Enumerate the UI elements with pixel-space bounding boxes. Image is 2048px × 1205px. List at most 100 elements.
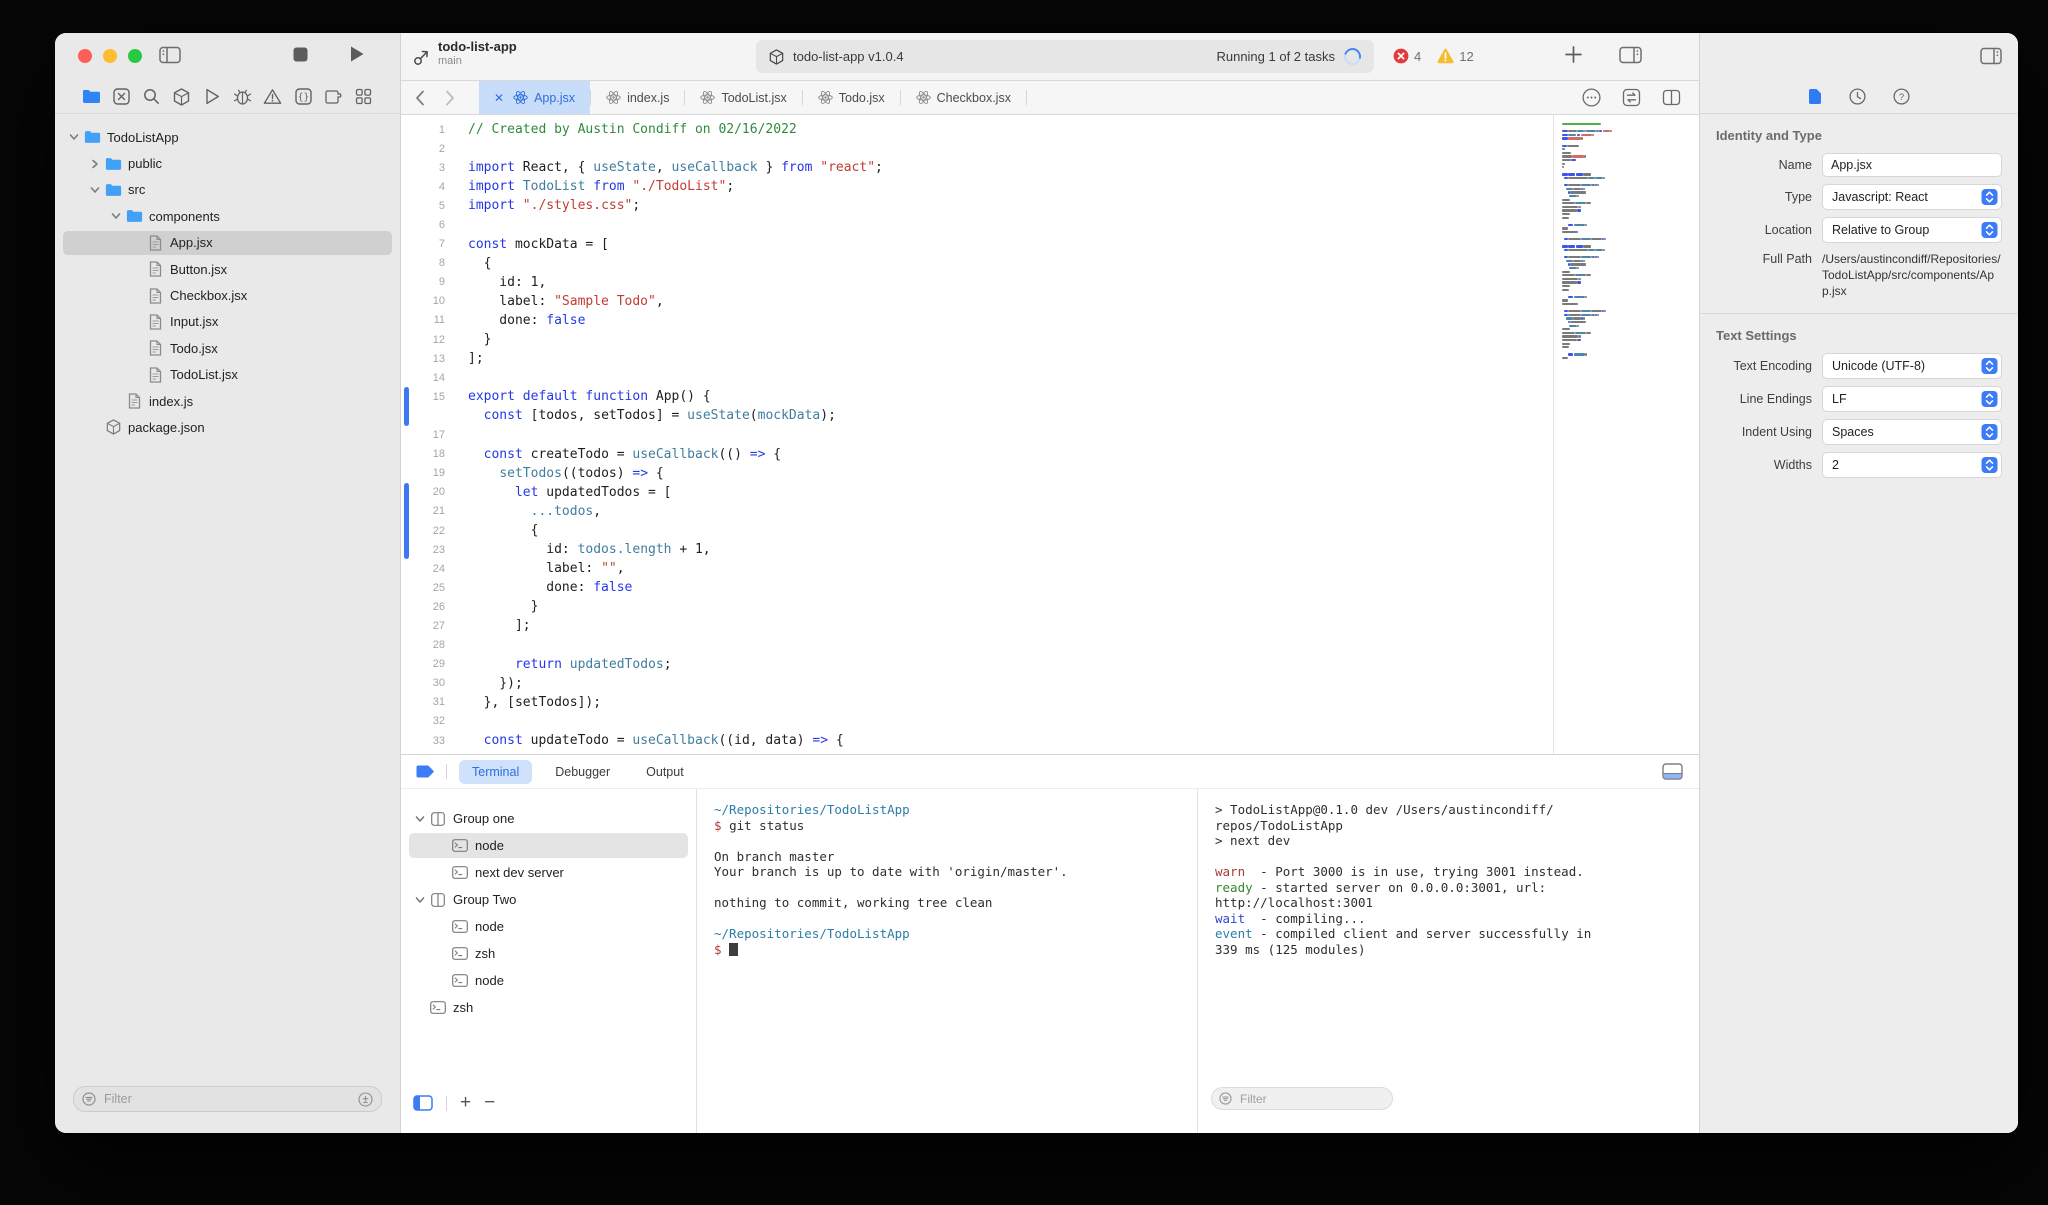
inspector-field-label: Type <box>1784 190 1812 204</box>
select-value: Unicode (UTF-8) <box>1832 359 1926 374</box>
toggle-terminal-sidebar-icon[interactable] <box>413 1095 433 1111</box>
package-navigator-icon[interactable] <box>171 87 193 107</box>
split-editor-icon[interactable] <box>1662 89 1681 106</box>
file-tree-item[interactable]: public <box>55 150 400 176</box>
inspector-select[interactable]: 2 <box>1822 452 2002 479</box>
minimap[interactable] <box>1553 115 1699 754</box>
terminal-tree-item[interactable]: node <box>401 832 696 859</box>
issue-counters[interactable]: 4 12 <box>1393 48 1474 64</box>
inspector-row: Type Javascript: React <box>1716 184 2002 210</box>
terminal-filter-field[interactable] <box>1211 1087 1393 1110</box>
inspector-select[interactable]: Unicode (UTF-8) <box>1822 353 2002 380</box>
close-window-button[interactable] <box>78 49 92 63</box>
navigator-filter-field[interactable] <box>73 1086 382 1112</box>
warning-counter[interactable]: 12 <box>1437 48 1474 64</box>
code-area[interactable]: 1 // Created by Austin Condiff on 02/16/2… <box>401 115 1553 754</box>
terminal-tree-item[interactable]: Group one <box>401 805 696 832</box>
disclosure-chevron-icon[interactable] <box>67 132 81 142</box>
bug-navigator-icon[interactable] <box>232 87 254 107</box>
remove-terminal-button[interactable]: − <box>484 1093 495 1112</box>
terminal-tree-item[interactable]: zsh <box>401 940 696 967</box>
extension-navigator-icon[interactable] <box>323 87 345 107</box>
editor-tab-app-jsx[interactable]: ✕ App.jsx <box>479 81 591 114</box>
add-filter-icon[interactable] <box>358 1091 373 1107</box>
disclosure-chevron-icon[interactable] <box>88 159 102 169</box>
close-tab-icon[interactable]: ✕ <box>494 91 504 105</box>
inspector-select[interactable]: Spaces <box>1822 419 2002 446</box>
disclosure-chevron-icon[interactable] <box>88 185 102 195</box>
terminal-line: nothing to commit, working tree clean <box>714 895 993 910</box>
terminal-pane-1[interactable]: ~/Repositories/TodoListApp $ git status O… <box>697 789 1198 1133</box>
navigator-filter-input[interactable] <box>102 1091 358 1107</box>
xmark-navigator-icon[interactable] <box>110 87 132 107</box>
run-navigator-icon[interactable] <box>201 87 223 107</box>
file-tree-item[interactable]: src <box>55 177 400 203</box>
terminal-tree-item[interactable]: node <box>401 967 696 994</box>
line-number: 14 <box>432 371 445 384</box>
grid-navigator-icon[interactable] <box>353 87 375 107</box>
terminal-filter-input[interactable] <box>1238 1090 1385 1107</box>
terminal-tree-item[interactable]: Group Two <box>401 886 696 913</box>
hide-bottom-panel-icon[interactable] <box>1662 763 1683 780</box>
editor-tab-todo-jsx[interactable]: Todo.jsx <box>803 81 900 114</box>
terminal-tree-item[interactable]: zsh <box>401 994 696 1021</box>
inspector-field-control: /Users/austincondiff/Repositories/TodoLi… <box>1822 250 2002 299</box>
help-inspector-icon[interactable]: ? <box>1893 88 1910 105</box>
bottom-tab-output[interactable]: Output <box>633 760 697 784</box>
project-navigator-icon[interactable] <box>80 87 102 107</box>
inspector-name-input[interactable] <box>1822 153 2002 177</box>
editor-tab-todolist-jsx[interactable]: TodoList.jsx <box>685 81 801 114</box>
braces-navigator-icon[interactable]: {} <box>292 87 314 107</box>
file-tree-item[interactable]: TodoListApp <box>55 124 400 150</box>
file-tree-item[interactable]: App.jsx <box>55 230 400 256</box>
add-editor-button[interactable] <box>1564 45 1583 64</box>
toggle-left-sidebar-icon[interactable] <box>159 46 181 64</box>
editor-layout-icon[interactable] <box>1619 46 1642 64</box>
bottom-tab-debugger[interactable]: Debugger <box>542 760 623 784</box>
file-tree-item[interactable]: Input.jsx <box>55 309 400 335</box>
disclosure-chevron-icon[interactable] <box>109 211 123 221</box>
disclosure-chevron-icon[interactable] <box>413 895 427 905</box>
history-inspector-icon[interactable] <box>1849 88 1866 105</box>
file-tree-item[interactable]: components <box>55 203 400 229</box>
toggle-right-sidebar-icon[interactable] <box>1980 47 2002 65</box>
status-bar[interactable]: todo-list-app v1.0.4 Running 1 of 2 task… <box>756 40 1374 73</box>
line-number: 2 <box>438 142 445 155</box>
file-tree-item[interactable]: Todo.jsx <box>55 335 400 361</box>
file-inspector-icon[interactable] <box>1808 88 1822 105</box>
minimap-line <box>1574 274 1586 277</box>
terminal-line: > TodoListApp@0.1.0 dev /Users/austincon… <box>1215 802 1554 817</box>
warnings-navigator-icon[interactable] <box>262 87 284 107</box>
inspector-select[interactable]: Relative to Group <box>1822 217 2002 243</box>
inspector-select[interactable]: LF <box>1822 386 2002 413</box>
file-tree-item[interactable]: package.json <box>55 414 400 440</box>
minimap-line <box>1592 133 1595 136</box>
add-terminal-button[interactable]: + <box>460 1093 471 1112</box>
bottom-tab-terminal[interactable]: Terminal <box>459 759 533 784</box>
minimize-window-button[interactable] <box>103 49 117 63</box>
minimap-line <box>1576 133 1581 136</box>
terminal-pane-2[interactable]: > TodoListApp@0.1.0 dev /Users/austincon… <box>1198 789 1699 1133</box>
inspector-select[interactable]: Javascript: React <box>1822 184 2002 210</box>
editor-tab-index-js[interactable]: index.js <box>591 81 684 114</box>
terminal-tree-item[interactable]: node <box>401 913 696 940</box>
more-options-icon[interactable] <box>1582 88 1601 107</box>
stop-task-button[interactable] <box>293 47 308 62</box>
search-navigator-icon[interactable] <box>141 87 163 107</box>
tag-icon[interactable] <box>415 764 435 779</box>
navigate-back-button[interactable] <box>405 81 435 114</box>
file-tree-item[interactable]: index.js <box>55 388 400 414</box>
disclosure-chevron-icon[interactable] <box>413 814 427 824</box>
file-tree-item[interactable]: Checkbox.jsx <box>55 282 400 308</box>
project-title-block[interactable]: todo-list-app main <box>413 38 517 68</box>
zoom-window-button[interactable] <box>128 49 142 63</box>
file-tree-item[interactable]: Button.jsx <box>55 256 400 282</box>
file-tree-item[interactable]: TodoList.jsx <box>55 362 400 388</box>
error-counter[interactable]: 4 <box>1393 48 1421 64</box>
editor-tab-checkbox-jsx[interactable]: Checkbox.jsx <box>901 81 1026 114</box>
navigate-forward-button[interactable] <box>435 81 465 114</box>
run-button[interactable] <box>349 45 365 63</box>
terminal-tree-item[interactable]: next dev server <box>401 859 696 886</box>
swap-editor-icon[interactable] <box>1622 88 1641 107</box>
